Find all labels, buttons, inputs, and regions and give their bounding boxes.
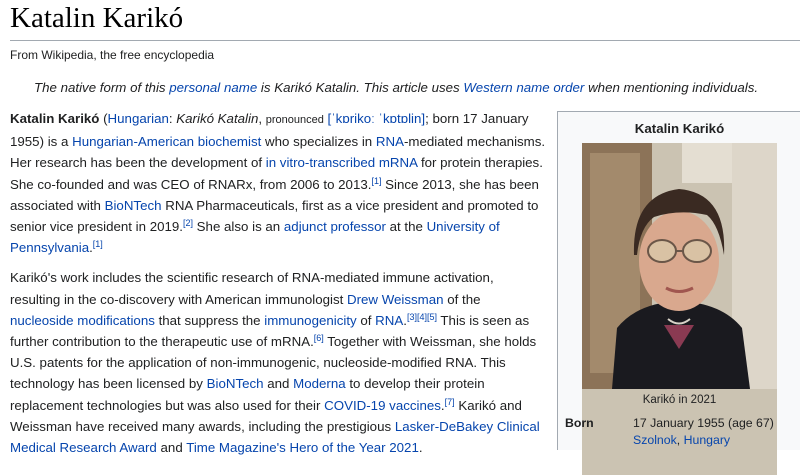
born-date: 17 January 1955 (age 67) — [633, 416, 774, 430]
link-rna[interactable]: RNA — [376, 134, 404, 149]
link-western-name-order[interactable]: Western name order — [463, 80, 584, 95]
link-hungary[interactable]: Hungary — [684, 433, 730, 447]
pronounced-label: pronounced — [265, 114, 324, 126]
citation-link[interactable]: [6] — [314, 333, 324, 343]
link-moderna[interactable]: Moderna — [293, 376, 345, 391]
link-biochemist[interactable]: biochemist — [198, 134, 262, 149]
second-paragraph: Karikó's work includes the scientific re… — [10, 270, 540, 456]
citation-link[interactable]: [2] — [183, 218, 193, 228]
link-adjunct-professor[interactable]: adjunct professor — [284, 219, 386, 234]
citation-link[interactable]: [1] — [93, 239, 103, 249]
link-covid-19-vaccines[interactable]: COVID-19 vaccines — [324, 398, 441, 413]
infobox-title: Katalin Karikó — [634, 121, 725, 136]
link-hungarian-american[interactable]: Hungarian-American — [72, 134, 194, 149]
link-time-hero-of-the-year[interactable]: Time Magazine's Hero of the Year 2021 — [186, 440, 419, 455]
photo-caption: Karikó in 2021 — [642, 394, 717, 406]
born-label: Born — [565, 416, 594, 430]
lead-paragraph: Katalin Karikó (Hungarian: Karikó Katali… — [10, 111, 546, 256]
citation-link[interactable]: [7] — [445, 397, 455, 407]
citation-link[interactable]: [1] — [371, 176, 381, 186]
link-szolnok[interactable]: Szolnok — [633, 433, 677, 447]
link-drew-weissman[interactable]: Drew Weissman — [347, 292, 444, 307]
link-nucleoside-modifications[interactable]: nucleoside modifications — [10, 313, 155, 328]
title-divider — [10, 40, 800, 41]
link-hungarian-language[interactable]: Hungarian — [108, 111, 169, 126]
subject-name: Katalin Karikó — [10, 111, 100, 126]
native-name: Karikó Katalin — [176, 111, 259, 126]
link-biontech[interactable]: BioNTech — [207, 376, 264, 391]
link-biontech[interactable]: BioNTech — [105, 198, 162, 213]
site-tagline: From Wikipedia, the free encyclopedia — [10, 48, 215, 62]
article-body: Katalin Karikó (Hungarian: Karikó Katali… — [10, 108, 546, 467]
link-personal-name[interactable]: personal name — [169, 80, 257, 95]
infobox: Katalin Karikó Karikó in 2021 Born 17 Ja… — [557, 111, 800, 475]
link-in-vitro-transcribed-mrna[interactable]: in vitro-transcribed mRNA — [266, 155, 417, 170]
link-ipa[interactable]: [ˈkɒrikoː ˈkɒtɒlin] — [328, 111, 426, 126]
born-place: Szolnok, Hungary — [633, 433, 731, 447]
article-title: Katalin Karikó — [10, 2, 184, 34]
link-rna[interactable]: RNA — [375, 313, 403, 328]
hatnote: The native form of this personal name is… — [34, 80, 759, 95]
link-immunogenicity[interactable]: immunogenicity — [264, 313, 356, 328]
citation-link[interactable]: [3][4][5] — [407, 312, 437, 322]
